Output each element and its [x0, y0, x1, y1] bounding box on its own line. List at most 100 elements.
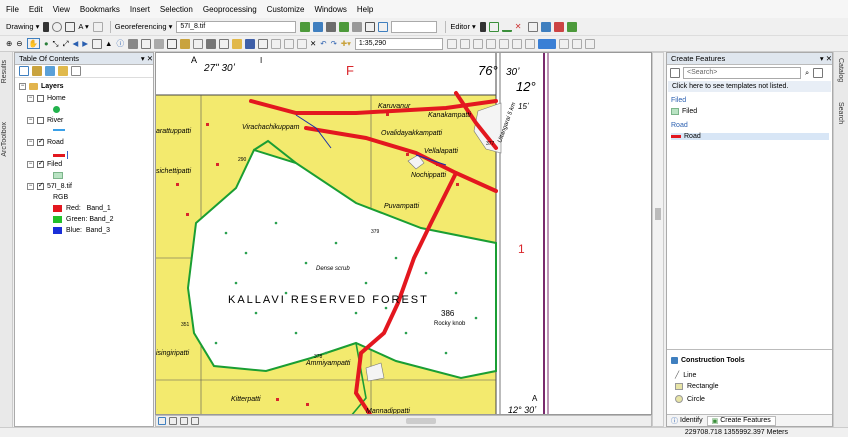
layer-visibility-checkbox[interactable]: [37, 159, 44, 168]
print-icon[interactable]: [257, 38, 268, 49]
drawing-menu-button[interactable]: Drawing ▾: [6, 22, 39, 31]
collapse-icon[interactable]: −: [27, 161, 34, 168]
collapse-icon[interactable]: −: [27, 95, 34, 102]
zoom-in-icon[interactable]: ⊕: [6, 39, 12, 48]
python-icon[interactable]: [511, 38, 522, 49]
swipe-icon[interactable]: [558, 38, 569, 49]
editor-menu-button[interactable]: Editor ▾: [450, 22, 475, 31]
toc-layer-home[interactable]: − Home: [27, 95, 66, 102]
collapse-icon[interactable]: −: [27, 117, 34, 124]
zoom-out-icon[interactable]: ⊖: [16, 39, 22, 48]
toc-options-icon[interactable]: [71, 66, 81, 76]
viewer-icon[interactable]: [378, 21, 389, 32]
straight-segment-icon[interactable]: [501, 22, 512, 32]
toc-layer-raster[interactable]: − 57I_8.tif: [27, 181, 72, 190]
georeferencing-menu-button[interactable]: Georeferencing ▾: [115, 22, 173, 31]
menu-file[interactable]: File: [6, 5, 19, 14]
redo-icon[interactable]: ↷: [331, 39, 337, 48]
list-by-source-icon[interactable]: [32, 66, 42, 76]
template-properties-icon[interactable]: [813, 67, 824, 78]
toc-layer-filed[interactable]: − Filed: [27, 159, 62, 168]
back-icon[interactable]: ◀: [72, 39, 78, 48]
time-slider-icon[interactable]: [205, 38, 216, 49]
menu-bookmarks[interactable]: Bookmarks: [80, 5, 120, 14]
identify-icon[interactable]: ⓘ: [116, 38, 124, 49]
editor-toolbar-icon[interactable]: [446, 38, 457, 49]
go-to-xy-icon[interactable]: [192, 38, 203, 49]
forward-icon[interactable]: ▶: [82, 39, 88, 48]
undo-icon[interactable]: ↶: [320, 39, 326, 48]
panel-close-icon[interactable]: ▾ ✕: [820, 54, 832, 63]
tool-rectangle[interactable]: Rectangle: [675, 383, 719, 390]
river-symbol[interactable]: [53, 129, 65, 131]
results-tab[interactable]: Results: [1, 60, 8, 83]
template-search-input[interactable]: <Search>: [683, 66, 801, 79]
new-document-icon[interactable]: [218, 38, 229, 49]
collapse-icon[interactable]: −: [27, 139, 34, 146]
map-canvas[interactable]: A F 1 I A 27ʺ 30ʼ 76° 30ʼ 12° 15ʼ 12° 30…: [156, 53, 652, 415]
list-by-drawing-order-icon[interactable]: [19, 66, 29, 76]
scroll-thumb[interactable]: [655, 208, 661, 220]
menu-selection[interactable]: Selection: [160, 5, 193, 14]
pan-icon[interactable]: ✋: [26, 38, 40, 49]
road-symbol[interactable]: [53, 151, 68, 159]
edit-tool-icon[interactable]: [479, 21, 486, 32]
toc-close-icon[interactable]: ▾ ✕: [141, 54, 153, 63]
rotate-icon[interactable]: [52, 21, 63, 32]
reshape-icon[interactable]: [527, 21, 538, 32]
layer-visibility-checkbox[interactable]: [37, 117, 44, 124]
find-route-icon[interactable]: [179, 38, 190, 49]
collapse-icon[interactable]: −: [27, 183, 34, 190]
save-icon[interactable]: [244, 38, 255, 49]
menu-help[interactable]: Help: [357, 5, 373, 14]
fixed-zoom-out-icon[interactable]: ⤢: [62, 39, 68, 49]
rotate-raster-icon[interactable]: [326, 21, 337, 32]
select-elements-icon[interactable]: ▲: [105, 39, 112, 48]
identify-tab[interactable]: ⓘ Identify: [667, 416, 707, 426]
split-icon[interactable]: ✕: [515, 22, 525, 32]
link-table-icon[interactable]: [365, 21, 376, 32]
menu-edit[interactable]: Edit: [29, 5, 43, 14]
search-window-icon[interactable]: [485, 38, 496, 49]
scale-icon[interactable]: [352, 21, 363, 32]
map-display[interactable]: A F 1 I A 27ʺ 30ʼ 76° 30ʼ 12° 15ʼ 12° 30…: [155, 52, 652, 415]
arctoolbox-tab[interactable]: ArcToolbox: [1, 122, 8, 157]
font-icon[interactable]: [92, 21, 103, 32]
open-icon[interactable]: [231, 38, 242, 49]
list-by-visibility-icon[interactable]: [45, 66, 55, 76]
horizontal-scrollbar[interactable]: [406, 418, 436, 424]
find-icon[interactable]: [166, 38, 177, 49]
html-popup-icon[interactable]: [140, 38, 151, 49]
measure-icon[interactable]: [153, 38, 164, 49]
catalog-icon[interactable]: [472, 38, 483, 49]
layer-visibility-checkbox[interactable]: [37, 181, 44, 190]
sketch-properties-icon[interactable]: [553, 21, 564, 32]
template-road[interactable]: Road: [671, 133, 829, 140]
home-symbol[interactable]: [53, 106, 60, 113]
layer-color-swatch[interactable]: [537, 38, 556, 49]
copy-icon[interactable]: [283, 38, 294, 49]
georef-layer-select[interactable]: 57I_8.tif: [176, 20, 297, 33]
map-scale-select[interactable]: 1:35,290: [354, 37, 443, 50]
modelbuilder-icon[interactable]: [524, 38, 535, 49]
search-icon[interactable]: ⌕: [805, 68, 809, 78]
add-data-icon[interactable]: ✚▾: [341, 39, 351, 48]
full-extent-icon[interactable]: ●: [44, 39, 49, 48]
tool-circle[interactable]: Circle: [675, 395, 705, 403]
search-tab[interactable]: Search: [837, 102, 844, 124]
catalog-tab[interactable]: Catalog: [837, 58, 844, 82]
add-control-points-icon[interactable]: [300, 21, 311, 32]
list-by-selection-icon[interactable]: [58, 66, 68, 76]
cut-icon[interactable]: [270, 38, 281, 49]
filed-symbol[interactable]: [53, 172, 63, 179]
tool-line[interactable]: ╱ Line: [675, 371, 696, 380]
collapse-icon[interactable]: −: [19, 83, 26, 90]
data-view-icon[interactable]: [158, 417, 166, 425]
text-tool-icon[interactable]: A ▾: [78, 22, 88, 31]
toc-layers-root[interactable]: − Layers: [19, 83, 64, 90]
toc-layer-road[interactable]: − Road: [27, 137, 64, 146]
rectangle-icon[interactable]: [65, 21, 76, 32]
menu-windows[interactable]: Windows: [314, 5, 346, 14]
menu-insert[interactable]: Insert: [130, 5, 150, 14]
arctoolbox-icon[interactable]: [498, 38, 509, 49]
